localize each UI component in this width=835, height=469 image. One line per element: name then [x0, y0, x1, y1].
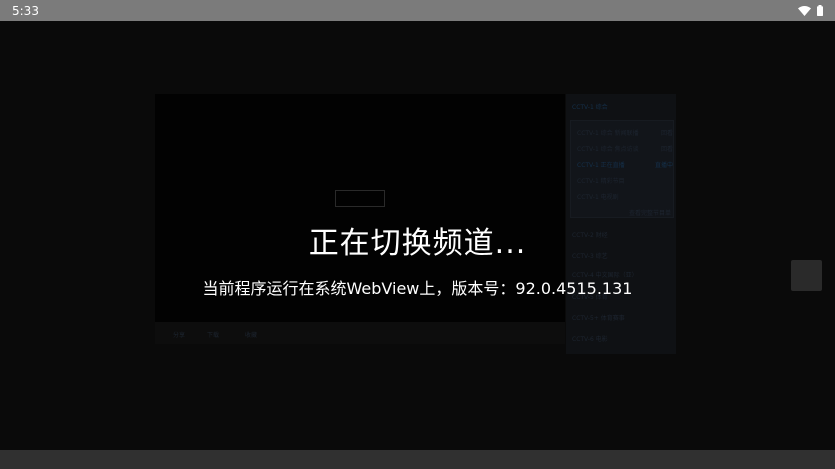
wifi-icon: [798, 1, 811, 20]
channel-switch-overlay: 正在切换频道... 当前程序运行在系统WebView上，版本号：92.0.451…: [0, 0, 835, 469]
status-bar: 5:33: [0, 0, 835, 21]
battery-icon: [817, 1, 823, 20]
webview-version-info: 当前程序运行在系统WebView上，版本号：92.0.4515.131: [202, 279, 633, 298]
status-time: 5:33: [12, 3, 39, 18]
switching-channel-message: 正在切换频道...: [308, 226, 527, 261]
tv-player-screen: 5:33 CCTV-1 综合 CCTV-1 综合 新闻联播 回看 CCTV-1 …: [0, 0, 835, 469]
status-icons: [798, 1, 823, 20]
